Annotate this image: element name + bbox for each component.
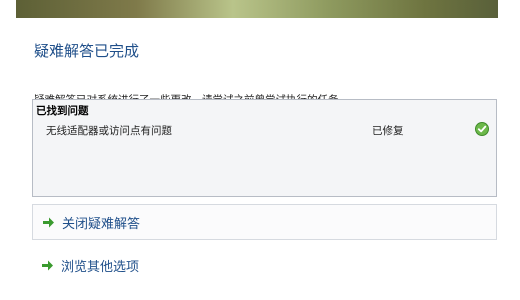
troubleshooter-frame: 疑难解答已完成 疑难解答已对系统进行了一些更改。请尝试之前曾尝试执行的任务。 已… — [0, 0, 520, 300]
problem-status: 已修复 — [372, 125, 404, 137]
explore-other-options-option[interactable]: 浏览其他选项 — [32, 248, 497, 284]
green-arrow-icon — [42, 260, 53, 271]
problems-found-heading: 已找到问题 — [36, 105, 89, 117]
window-top-strip — [16, 0, 498, 18]
green-arrow-icon — [43, 217, 54, 228]
close-troubleshooter-label: 关闭疑难解答 — [62, 217, 141, 232]
problems-found-panel: 已找到问题 无线适配器或访问点有问题 已修复 — [32, 99, 497, 197]
check-icon — [475, 122, 489, 136]
problem-description: 无线适配器或访问点有问题 — [46, 125, 172, 137]
explore-other-options-label: 浏览其他选项 — [61, 260, 140, 275]
page-title: 疑难解答已完成 — [34, 42, 140, 60]
close-troubleshooter-option[interactable]: 关闭疑难解答 — [32, 204, 497, 240]
